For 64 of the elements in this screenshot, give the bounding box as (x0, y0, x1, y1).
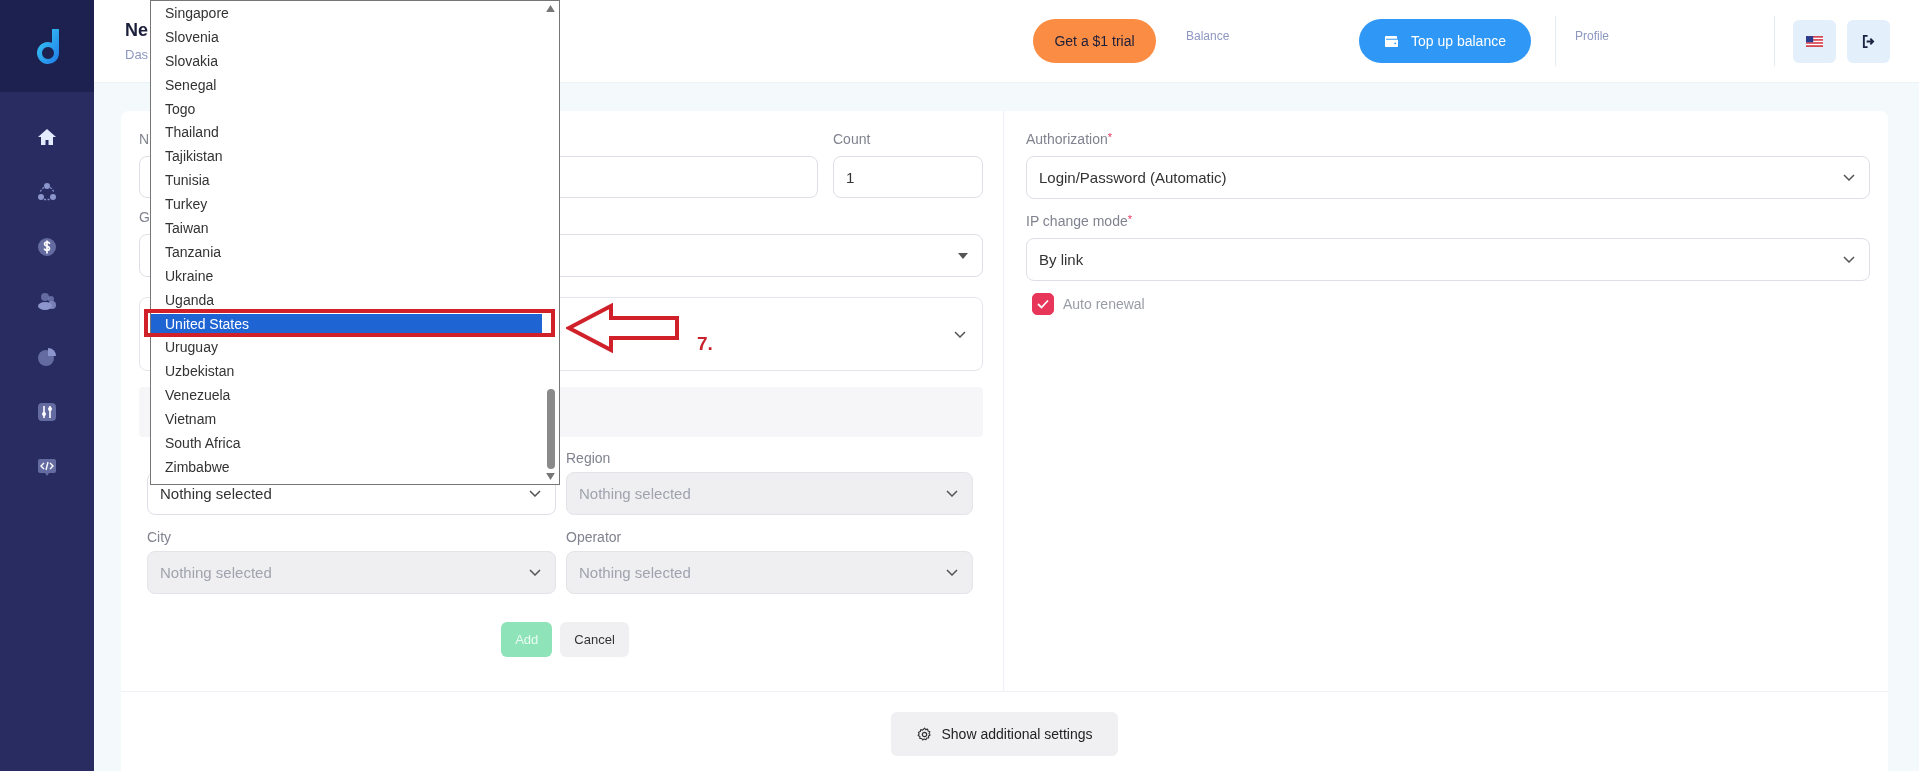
chevron-down-icon (1843, 174, 1855, 181)
dropdown-option[interactable]: Tunisia (151, 170, 542, 191)
field-label: Count (833, 131, 871, 149)
field-label: Region (566, 450, 611, 468)
dropdown-option[interactable]: Uganda (151, 289, 542, 310)
field-label: N (139, 131, 150, 149)
dropdown-option[interactable]: Taiwan (151, 218, 542, 238)
field-label: IP change mode* (1026, 213, 1132, 231)
flag-icon (1806, 35, 1823, 47)
check-icon (1037, 299, 1049, 309)
dropdown-option[interactable]: Slovakia (151, 50, 542, 71)
chevron-down-icon (529, 569, 541, 576)
dropdown-option[interactable]: Thailand (151, 122, 542, 143)
select-field[interactable]: Login/Password (Automatic) (1026, 156, 1870, 199)
dropdown-option[interactable]: Ukraine (151, 265, 542, 286)
code-icon (37, 457, 57, 477)
field-label: Operator (566, 529, 622, 547)
caret-icon (958, 252, 968, 259)
field-label: City (147, 529, 172, 547)
home-icon (37, 127, 57, 147)
dropdown-option[interactable]: Uzbekistan (151, 361, 542, 382)
field-label: G (139, 209, 150, 227)
logout-icon (1862, 34, 1875, 48)
dropdown-option[interactable]: Senegal (151, 74, 542, 95)
dropdown-option[interactable]: Turkey (151, 194, 542, 215)
scroll-down-icon[interactable] (546, 473, 555, 480)
trial-button[interactable]: Get a $1 trial (1033, 19, 1156, 63)
logout-button[interactable] (1847, 19, 1890, 63)
cancel-button[interactable]: Cancel (560, 622, 629, 657)
dropdown-option[interactable]: Venezuela (151, 385, 542, 406)
dropdown-option[interactable]: Vietnam (151, 409, 542, 430)
dropdown-option[interactable]: Tajikistan (151, 146, 542, 167)
dropdown-option[interactable]: United States (151, 313, 542, 334)
step-number: 7. (697, 333, 713, 355)
network-icon (37, 182, 57, 202)
sliders-icon (37, 402, 57, 422)
gear-icon (916, 726, 932, 742)
scroll-up-icon[interactable] (546, 5, 555, 12)
checkbox[interactable] (1032, 293, 1054, 315)
page-title: Ne (125, 20, 148, 41)
dropdown-option[interactable]: Slovenia (151, 26, 542, 47)
profile-label: Profile (1575, 29, 1609, 43)
dropdown-option[interactable]: Togo (151, 98, 542, 119)
language-button[interactable] (1793, 19, 1836, 63)
count-field[interactable]: 1 (833, 156, 983, 198)
chevron-down-icon (1843, 256, 1855, 263)
dropdown-option[interactable]: Tanzania (151, 241, 542, 262)
wallet-icon (1384, 34, 1399, 48)
chevron-down-icon (946, 569, 958, 576)
dropdown-option[interactable]: South Africa (151, 433, 542, 454)
users-icon (37, 292, 57, 312)
checkbox-label: Auto renewal (1063, 296, 1145, 312)
chevron-down-icon (946, 490, 958, 497)
chevron-down-icon (529, 490, 541, 497)
pie-chart-icon (37, 347, 57, 367)
dollar-icon (37, 237, 57, 257)
dropdown-option[interactable]: Uruguay (151, 337, 542, 358)
chevron-down-icon (954, 330, 966, 338)
dropdown-option[interactable]: Singapore (151, 3, 542, 23)
balance-label: Balance (1186, 29, 1230, 43)
select-field[interactable]: By link (1026, 238, 1870, 281)
field-label: Authorization* (1026, 131, 1112, 149)
scrollbar-thumb[interactable] (546, 389, 555, 469)
show-additional-settings-button[interactable]: Show additional settings (891, 712, 1118, 756)
